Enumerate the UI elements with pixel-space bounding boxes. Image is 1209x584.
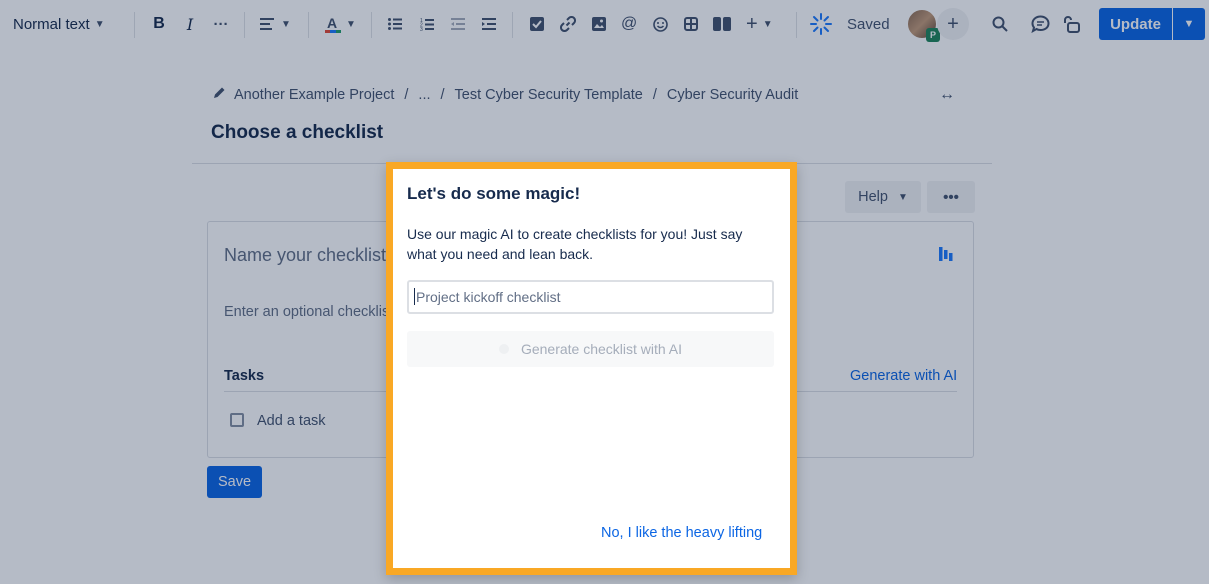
sparkle-icon (498, 344, 509, 354)
dialog-title: Let's do some magic! (407, 184, 581, 203)
checklist-prompt-input[interactable] (407, 280, 774, 314)
decline-ai-link[interactable]: No, I like the heavy lifting (601, 525, 762, 541)
dialog-description: Use our magic AI to create checklists fo… (407, 226, 743, 262)
generate-checklist-button[interactable]: Generate checklist with AI (407, 331, 774, 367)
generate-checklist-label: Generate checklist with AI (520, 341, 683, 357)
text-caret (414, 288, 415, 305)
